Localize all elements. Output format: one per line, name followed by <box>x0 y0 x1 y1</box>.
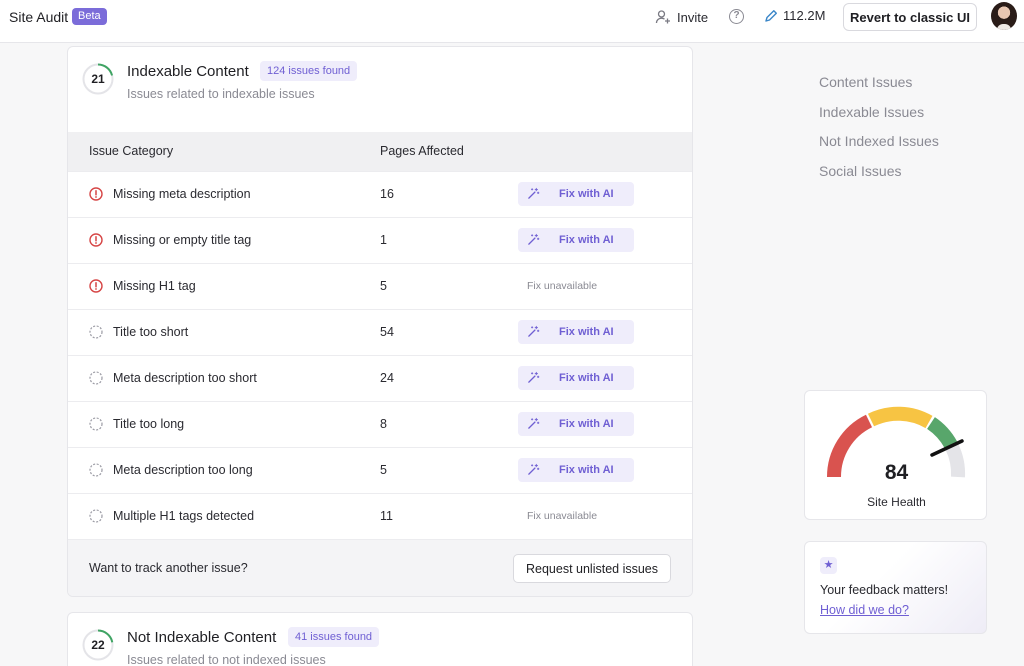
section-title: Indexable Content <box>127 63 249 80</box>
pages-affected-value: 54 <box>380 325 394 339</box>
site-health-label: Site Health <box>867 495 926 509</box>
not-indexable-score-ring: 22 <box>82 629 114 661</box>
table-row: Missing meta description 16 Fix with AI <box>68 171 692 217</box>
table-header: Issue Category Pages Affected <box>68 132 692 171</box>
credits-indicator[interactable]: 112.2M <box>764 8 825 23</box>
issue-name: Missing H1 tag <box>113 279 196 293</box>
pages-affected-value: 16 <box>380 187 394 201</box>
issues-count-badge: 124 issues found <box>260 61 358 81</box>
fix-with-ai-label: Fix with AI <box>559 234 614 246</box>
credits-value: 112.2M <box>783 8 826 23</box>
issue-name: Meta description too short <box>113 371 257 385</box>
pages-affected-value: 1 <box>380 233 387 247</box>
table-row: Multiple H1 tags detected 11 Fix unavailab… <box>68 493 692 539</box>
pages-affected-value: 11 <box>380 509 393 523</box>
fix-with-ai-button[interactable]: Fix with AI <box>518 412 634 436</box>
warning-dashed-icon <box>89 417 103 431</box>
warning-dashed-icon <box>89 509 103 523</box>
table-row: Missing or empty title tag 1 Fix with AI <box>68 217 692 263</box>
fix-with-ai-button[interactable]: Fix with AI <box>518 458 634 482</box>
star-icon: ★ <box>820 557 837 574</box>
magic-wand-icon <box>527 371 540 387</box>
fix-with-ai-button[interactable]: Fix with AI <box>518 366 634 390</box>
table-row: Title too short 54 Fix with AI <box>68 309 692 355</box>
beta-badge: Beta <box>72 8 107 25</box>
user-avatar[interactable] <box>991 2 1017 30</box>
pages-affected-value: 5 <box>380 279 387 293</box>
magic-wand-icon <box>527 187 540 203</box>
warning-dashed-icon <box>89 463 103 477</box>
fix-with-ai-label: Fix with AI <box>559 372 614 384</box>
fix-with-ai-button[interactable]: Fix with AI <box>518 228 634 252</box>
not-indexable-content-card: 22 Not Indexable Content 41 issues found… <box>67 612 693 666</box>
column-header-pages: Pages Affected <box>380 144 464 158</box>
error-icon <box>89 233 103 247</box>
indexable-score-ring: 21 <box>82 63 114 95</box>
section-subtitle: Issues related to indexable issues <box>127 87 315 101</box>
fix-with-ai-label: Fix with AI <box>559 418 614 430</box>
feedback-link[interactable]: How did we do? <box>820 603 909 617</box>
issue-name: Missing meta description <box>113 187 251 201</box>
nav-item-indexable-issues[interactable]: Indexable Issues <box>819 102 939 132</box>
request-unlisted-issues-button[interactable]: Request unlisted issues <box>513 554 671 583</box>
issues-count-badge: 41 issues found <box>288 627 380 647</box>
feedback-title: Your feedback matters! <box>820 583 949 597</box>
section-subtitle: Issues related to not indexed issues <box>127 653 326 666</box>
issue-name: Multiple H1 tags detected <box>113 509 255 523</box>
magic-wand-icon <box>527 463 540 479</box>
add-user-icon <box>655 10 670 24</box>
error-icon <box>89 187 103 201</box>
app-title: Site Audit <box>9 9 69 25</box>
error-icon <box>89 279 103 293</box>
column-header-category: Issue Category <box>89 144 174 158</box>
site-health-card: 84 Site Health <box>804 390 987 520</box>
site-health-score: 84 <box>884 461 909 484</box>
invite-label: Invite <box>677 9 709 25</box>
fix-unavailable-label: Fix unavailable <box>527 510 598 522</box>
track-issue-question: Want to track another issue? <box>89 561 248 575</box>
nav-item-content-issues[interactable]: Content Issues <box>819 72 939 102</box>
nav-item-social-issues[interactable]: Social Issues <box>819 161 939 191</box>
warning-dashed-icon <box>89 371 103 385</box>
table-row: Missing H1 tag 5 Fix unavailable <box>68 263 692 309</box>
section-nav: Content Issues Indexable Issues Not Inde… <box>819 72 939 190</box>
magic-wand-icon <box>527 417 540 433</box>
fix-with-ai-label: Fix with AI <box>559 188 614 200</box>
magic-wand-icon <box>527 233 540 249</box>
table-row: Meta description too short 24 Fix with AI <box>68 355 692 401</box>
issue-name: Title too short <box>113 325 189 339</box>
pages-affected-value: 8 <box>380 417 387 431</box>
invite-button[interactable]: Invite <box>655 8 708 26</box>
section-title: Not Indexable Content <box>127 629 277 646</box>
nav-item-not-indexed-issues[interactable]: Not Indexed Issues <box>819 131 939 161</box>
not-indexable-score: 22 <box>91 638 105 652</box>
feedback-card: ★ Your feedback matters! How did we do? <box>804 541 987 634</box>
issue-name: Missing or empty title tag <box>113 233 252 247</box>
fix-unavailable-label: Fix unavailable <box>527 280 598 292</box>
warning-dashed-icon <box>89 325 103 339</box>
track-issue-footer: Want to track another issue? Request unl… <box>68 539 692 596</box>
pages-affected-value: 5 <box>380 463 387 477</box>
fix-with-ai-label: Fix with AI <box>559 326 614 338</box>
indexable-score: 21 <box>91 72 105 86</box>
help-icon[interactable]: ? <box>729 9 744 24</box>
top-bar: Site Audit Beta Invite ? 112.2M Revert t… <box>0 0 1024 43</box>
fix-with-ai-button[interactable]: Fix with AI <box>518 182 634 206</box>
pages-affected-value: 24 <box>380 371 394 385</box>
table-row: Meta description too long 5 Fix with AI <box>68 447 692 493</box>
pencil-icon <box>765 9 777 22</box>
issue-name: Title too long <box>113 417 185 431</box>
magic-wand-icon <box>527 325 540 341</box>
indexable-content-card: 21 Indexable Content 124 issues found Is… <box>67 46 693 597</box>
fix-with-ai-label: Fix with AI <box>559 464 614 476</box>
revert-classic-ui-button[interactable]: Revert to classic UI <box>843 3 977 31</box>
table-row: Title too long 8 Fix with AI <box>68 401 692 447</box>
fix-with-ai-button[interactable]: Fix with AI <box>518 320 634 344</box>
issue-name: Meta description too long <box>113 463 253 477</box>
